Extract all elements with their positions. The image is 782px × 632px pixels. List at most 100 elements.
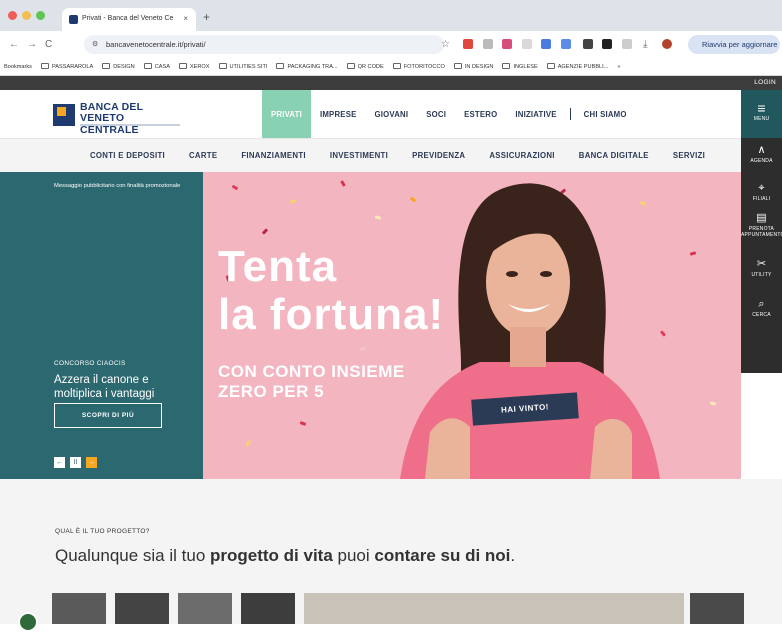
bookmark-folder[interactable]: UTILITIES SITI	[218, 63, 267, 70]
subnav-servizi[interactable]: SERVIZI	[673, 151, 705, 160]
nav-imprese[interactable]: IMPRESE	[311, 90, 366, 138]
tab-title: Privati - Banca del Veneto Ce	[82, 15, 174, 22]
extension-icon[interactable]	[463, 39, 473, 49]
maximize-window-button[interactable]	[36, 11, 45, 20]
subnav-assicurazioni[interactable]: ASSICURAZIONI	[489, 151, 554, 160]
extension-icon[interactable]	[502, 39, 512, 49]
tab-close-icon[interactable]: ×	[183, 14, 188, 23]
bookmark-folder[interactable]: IN DESIGN	[453, 63, 493, 70]
extension-icon[interactable]	[561, 39, 571, 49]
profile-avatar[interactable]	[662, 39, 672, 49]
project-thumbnail[interactable]	[178, 593, 232, 624]
forward-arrow-icon[interactable]: →	[27, 39, 37, 50]
nav-soci[interactable]: SOCI	[417, 90, 455, 138]
new-tab-button[interactable]: +	[203, 10, 210, 24]
hero-product-line2: ZERO PER 5	[218, 382, 325, 401]
bank-favicon-icon	[69, 15, 78, 24]
subnav-banca-digitale[interactable]: BANCA DIGITALE	[579, 151, 649, 160]
project-thumbnail[interactable]	[241, 593, 295, 624]
bookmark-folder[interactable]: PASSARAROLA	[40, 63, 93, 70]
nav-divider	[569, 108, 571, 120]
scopri-button[interactable]: SCOPRI DI PIÙ	[54, 403, 162, 428]
login-link[interactable]: LOGIN	[754, 79, 776, 86]
subnav-carte[interactable]: CARTE	[189, 151, 217, 160]
extensions-puzzle-icon[interactable]	[622, 39, 632, 49]
accessibility-badge-icon[interactable]	[18, 612, 38, 632]
close-window-button[interactable]	[8, 11, 17, 20]
nav-iniziative[interactable]: INIZIATIVE	[506, 90, 565, 138]
carousel-pause-button[interactable]: II	[70, 457, 81, 468]
appuntamento-button[interactable]: ▤ PRENOTA APPUNTAMENTO	[741, 212, 782, 238]
carousel-prev-button[interactable]: ←	[54, 457, 65, 468]
extension-icon[interactable]	[522, 39, 532, 49]
nav-chi-siamo[interactable]: CHI SIAMO	[575, 90, 636, 138]
folder-icon	[40, 63, 49, 69]
folder-icon	[392, 63, 401, 69]
reload-icon[interactable]: C	[45, 39, 52, 50]
utility-button[interactable]: ✂ UTILITY	[741, 258, 782, 278]
browser-toolbar: ← → C ⚙ bancavenetocentrale.it/privati/ …	[0, 31, 782, 58]
bookmark-folder[interactable]: AGENZIE PUBBLI...	[546, 63, 608, 70]
bookmark-star-icon[interactable]: ☆	[441, 39, 450, 50]
bookmark-folder[interactable]: INGLESE	[502, 63, 538, 70]
minimize-window-button[interactable]	[22, 11, 31, 20]
site-top-strip: LOGIN	[0, 76, 782, 90]
nav-estero[interactable]: ESTERO	[455, 90, 506, 138]
subnav-finanziamenti[interactable]: FINANZIAMENTI	[241, 151, 306, 160]
browser-tab-active[interactable]: Privati - Banca del Veneto Ce ×	[62, 8, 196, 31]
subnav-conti-depositi[interactable]: CONTI E DEPOSITI	[90, 151, 165, 160]
logo-tagline-bar	[80, 124, 180, 126]
nav-privati[interactable]: PRIVATI	[262, 90, 311, 138]
right-rail: ≡ MENU ∧ AGENDA ⌖ FILIALI ▤ PRENOTA APPU…	[741, 90, 782, 373]
menu-button[interactable]: ≡ MENU	[741, 90, 782, 138]
site-settings-icon[interactable]: ⚙	[92, 40, 98, 48]
bookmark-folder[interactable]: DESIGN	[102, 63, 135, 70]
folder-icon	[346, 63, 355, 69]
bookmark-folder[interactable]: XEROX	[178, 63, 210, 70]
extension-icon[interactable]	[541, 39, 551, 49]
bookmark-folder[interactable]: FOTORITOCCO	[392, 63, 445, 70]
cerca-button[interactable]: ⌕ CERCA	[741, 298, 782, 318]
extension-icon[interactable]	[583, 39, 593, 49]
bank-logo[interactable]: BANCA DEL VENETO CENTRALE	[53, 100, 183, 136]
subnav-investimenti[interactable]: INVESTIMENTI	[330, 151, 388, 160]
folder-icon	[453, 63, 462, 69]
bookmark-folder[interactable]: CASA	[143, 63, 170, 70]
address-url: bancavenetocentrale.it/privati/	[106, 40, 206, 49]
tools-icon: ✂	[756, 258, 767, 270]
hero-title-line1: Tenta	[218, 242, 338, 291]
carousel-controls: ← II →	[54, 457, 97, 468]
folder-icon	[502, 63, 511, 69]
project-feature-image[interactable]	[304, 593, 684, 624]
carousel-next-button[interactable]: →	[86, 457, 97, 468]
subnav-previdenza[interactable]: PREVIDENZA	[412, 151, 465, 160]
filiali-button[interactable]: ⌖ FILIALI	[741, 182, 782, 202]
confetti	[659, 330, 667, 337]
nav-giovani[interactable]: GIOVANI	[366, 90, 418, 138]
project-thumbnail[interactable]	[115, 593, 169, 624]
agenda-button[interactable]: ∧ AGENDA	[741, 144, 782, 164]
hero-banner: Messaggio pubblicitario con finalità pro…	[0, 172, 741, 479]
confetti	[261, 228, 269, 235]
folder-icon	[102, 63, 111, 69]
bookmarks-more[interactable]: »	[617, 64, 620, 70]
hero-kicker: CONCORSO CIAOCIS	[54, 360, 126, 367]
confetti	[709, 401, 717, 406]
bookmark-folder[interactable]: PACKAGING TRA...	[276, 63, 338, 70]
bookmark-folder[interactable]: QR CODE	[346, 63, 384, 70]
folder-icon	[546, 63, 555, 69]
confetti	[289, 199, 297, 204]
project-thumbnail[interactable]	[690, 593, 744, 624]
extension-icon[interactable]	[483, 39, 493, 49]
confetti	[245, 440, 251, 447]
update-button[interactable]: Riavvia per aggiornare	[688, 35, 780, 54]
project-thumbnail[interactable]	[52, 593, 106, 624]
calendar-icon: ▤	[756, 212, 767, 224]
back-arrow-icon[interactable]: ←	[9, 39, 19, 50]
address-bar[interactable]: ⚙ bancavenetocentrale.it/privati/	[84, 35, 444, 54]
bookmarks-label[interactable]: Bookmarks	[4, 64, 32, 70]
extension-icon[interactable]	[602, 39, 612, 49]
confetti	[689, 251, 697, 256]
download-icon[interactable]: ⤓	[643, 39, 647, 50]
hero-title-line2: la fortuna!	[218, 290, 445, 339]
